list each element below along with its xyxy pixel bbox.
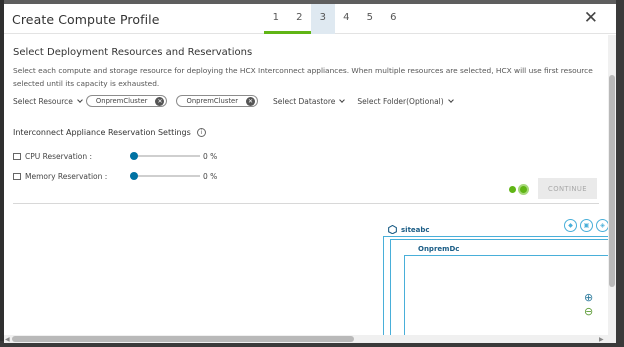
memory-reservation-slider[interactable] <box>130 172 200 180</box>
vertical-scrollbar[interactable] <box>608 35 616 343</box>
cpu-reservation-value: 0 % <box>203 151 218 161</box>
site-label: siteabc <box>388 225 430 234</box>
chevron-down-icon <box>447 96 454 103</box>
backdrop-right <box>616 0 624 347</box>
dialog-content: Select Deployment Resources and Reservat… <box>4 35 609 343</box>
step-4[interactable]: 4 <box>335 4 359 34</box>
select-resource-dropdown[interactable]: Select Resource <box>13 96 83 106</box>
section-description: Select each compute and storage resource… <box>13 66 593 88</box>
resource-selection-row: Select Resource OnpremCluster ✕ OnpremCl… <box>13 94 454 108</box>
compute-view-icon[interactable]: ◆ <box>564 219 577 232</box>
section-title: Select Deployment Resources and Reservat… <box>13 47 253 58</box>
select-resource-label: Select Resource <box>13 96 73 106</box>
memory-reservation-row: Memory Reservation : 0 % <box>13 170 217 182</box>
scroll-right-icon[interactable]: ▶ <box>599 336 604 343</box>
reservation-settings-title: Interconnect Appliance Reservation Setti… <box>13 128 206 137</box>
validation-status-indicator <box>509 184 529 195</box>
cpu-slider-handle[interactable] <box>130 152 138 160</box>
datacenter-label: OnpremDc <box>418 245 460 253</box>
memory-reservation-label: Memory Reservation : <box>25 171 108 181</box>
remove-chip-icon[interactable]: ✕ <box>155 96 165 106</box>
status-dot-icon <box>509 186 516 193</box>
horizontal-scrollbar-thumb[interactable] <box>12 336 354 342</box>
dialog-title: Create Compute Profile <box>12 12 160 27</box>
close-icon[interactable]: ✕ <box>584 10 598 27</box>
network-view-icon[interactable]: ▣ <box>580 219 593 232</box>
step-6[interactable]: 6 <box>382 4 406 34</box>
horizontal-scrollbar[interactable]: ◀ ▶ <box>4 335 608 343</box>
topology-cluster-box <box>404 255 609 343</box>
select-folder-dropdown[interactable]: Select Folder(Optional) <box>357 96 454 106</box>
section-divider <box>13 203 599 204</box>
resource-chip-label: OnpremCluster <box>95 97 148 105</box>
memory-slider-handle[interactable] <box>130 172 138 180</box>
step-1[interactable]: 1 <box>264 4 288 34</box>
chevron-down-icon <box>339 96 346 103</box>
resource-chip: OnpremCluster ✕ <box>85 95 168 107</box>
cpu-reservation-row: CPU Reservation : 0 % <box>13 150 217 162</box>
dialog-header: Create Compute Profile 1 2 3 4 5 6 ✕ <box>4 4 616 34</box>
remove-chip-icon[interactable]: ✕ <box>246 96 256 106</box>
zoom-in-icon[interactable]: ⊕ <box>584 292 595 303</box>
zoom-out-icon[interactable]: ⊖ <box>584 306 595 317</box>
scroll-left-icon[interactable]: ◀ <box>5 336 10 343</box>
step-2[interactable]: 2 <box>287 4 312 34</box>
select-folder-label: Select Folder(Optional) <box>357 96 444 106</box>
cpu-reservation-label: CPU Reservation : <box>25 151 93 161</box>
chevron-down-icon <box>77 96 83 103</box>
topology-toolbar: ◆ ▣ ◈ <box>564 219 612 232</box>
create-compute-profile-dialog: Create Compute Profile 1 2 3 4 5 6 ✕ Sel… <box>4 4 616 343</box>
select-datastore-label: Select Datastore <box>273 96 336 106</box>
cpu-icon <box>13 152 21 160</box>
reservation-title-text: Interconnect Appliance Reservation Setti… <box>13 128 191 137</box>
site-hexagon-icon <box>388 225 397 234</box>
step-5[interactable]: 5 <box>358 4 382 34</box>
status-dot-active-icon <box>518 184 529 195</box>
memory-reservation-value: 0 % <box>203 171 218 181</box>
select-datastore-dropdown[interactable]: Select Datastore <box>273 96 346 106</box>
memory-icon <box>13 172 21 180</box>
cpu-reservation-slider[interactable] <box>130 152 200 160</box>
wizard-steps: 1 2 3 4 5 6 <box>264 4 405 34</box>
step-3[interactable]: 3 <box>311 4 335 34</box>
vertical-scrollbar-thumb[interactable] <box>609 75 615 287</box>
resource-chip: OnpremCluster ✕ <box>176 95 259 107</box>
continue-button[interactable]: CONTINUE <box>538 178 597 199</box>
info-icon[interactable]: i <box>196 128 206 137</box>
site-label-text: siteabc <box>401 225 430 234</box>
resource-chip-label: OnpremCluster <box>186 97 239 105</box>
